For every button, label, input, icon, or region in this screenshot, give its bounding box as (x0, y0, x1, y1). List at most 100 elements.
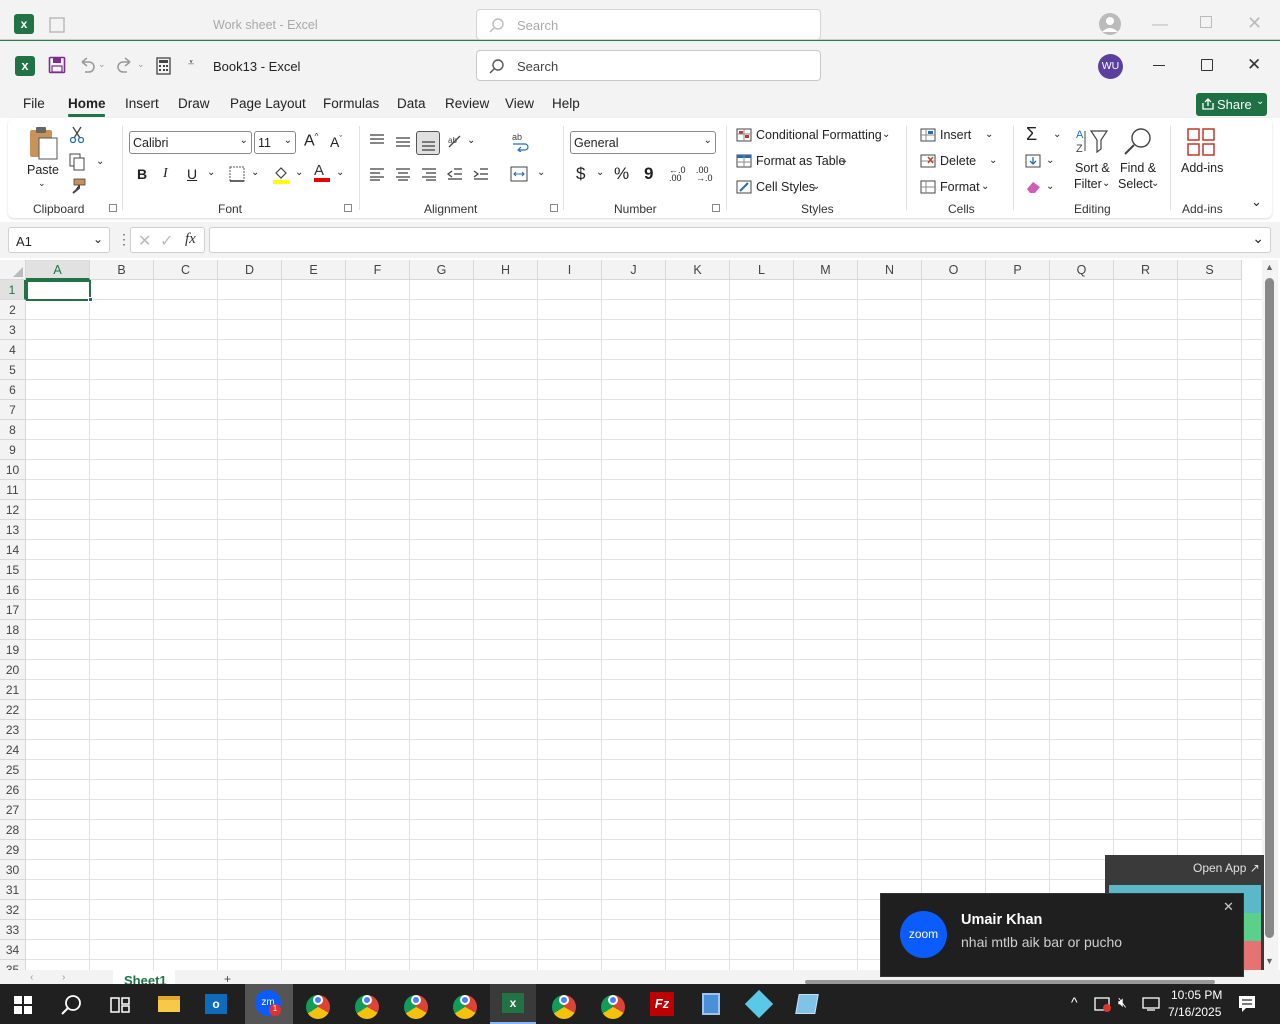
row-header[interactable]: 13 (0, 520, 26, 540)
column-header[interactable]: K (666, 260, 730, 280)
show-hidden-icons[interactable]: ^ (1071, 994, 1078, 1010)
cancel-icon[interactable]: ✕ (138, 231, 151, 251)
format-as-table-icon[interactable] (736, 154, 752, 168)
italic-button[interactable]: I (163, 166, 168, 182)
notification-center-icon[interactable] (1238, 995, 1256, 1013)
bg-close-button[interactable]: ✕ (1247, 13, 1262, 34)
row-header[interactable]: 34 (0, 940, 26, 960)
column-header[interactable]: C (154, 260, 218, 280)
chrome-profile-icon[interactable] (302, 988, 334, 1020)
notes-app-icon[interactable] (791, 988, 823, 1020)
align-middle-icon[interactable] (395, 135, 411, 149)
row-header[interactable]: 6 (0, 380, 26, 400)
vertical-scrollbar[interactable]: ▲ ▼ (1262, 260, 1278, 970)
app-icon[interactable] (743, 988, 775, 1020)
customize-toolbar-icon[interactable]: ⩡ (188, 57, 194, 70)
percent-button[interactable]: % (614, 164, 629, 184)
security-icon[interactable] (1094, 996, 1112, 1012)
copy-dropdown-icon[interactable]: ⌄ (96, 156, 104, 167)
search-box[interactable]: Search (476, 50, 821, 81)
tab-page-layout[interactable]: Page Layout (230, 96, 306, 111)
zoom-notification-toast[interactable]: zoom Umair Khan nhai mtlb aik bar or puc… (880, 893, 1244, 977)
filezilla-icon[interactable]: Fz (646, 988, 678, 1020)
chrome-profile-icon[interactable] (351, 988, 383, 1020)
row-header[interactable]: 32 (0, 900, 26, 920)
chrome-profile-icon[interactable] (548, 988, 580, 1020)
delete-cells-label[interactable]: Delete (940, 154, 976, 168)
align-bottom-button[interactable] (416, 131, 440, 155)
sort-filter-label-2[interactable]: Filter (1074, 177, 1102, 191)
find-select-label-2[interactable]: Select (1118, 177, 1153, 191)
excel-taskbar-button[interactable]: x (490, 984, 536, 1024)
next-sheet-icon[interactable]: › (62, 972, 65, 983)
account-icon[interactable] (1098, 12, 1122, 36)
add-ins-icon[interactable] (1186, 127, 1216, 157)
clock-date[interactable]: 7/16/2025 (1168, 1005, 1221, 1019)
row-header[interactable]: 8 (0, 420, 26, 440)
row-header[interactable]: 7 (0, 400, 26, 420)
clear-dropdown-icon[interactable]: ⌄ (1046, 181, 1054, 192)
fill-color-dropdown-icon[interactable]: ⌄ (295, 167, 303, 178)
cut-icon[interactable] (69, 126, 85, 144)
row-header[interactable]: 30 (0, 860, 26, 880)
row-header[interactable]: 3 (0, 320, 26, 340)
row-header[interactable]: 17 (0, 600, 26, 620)
row-header[interactable]: 10 (0, 460, 26, 480)
tab-file[interactable]: File (23, 96, 45, 111)
spreadsheet-grid[interactable]: ABCDEFGHIJKLMNOPQRS 1 2 3 4 5 6 7 8 9 10 11 12 13 14 1… (0, 260, 1264, 970)
fill-color-icon[interactable] (272, 164, 290, 184)
format-as-table-label[interactable]: Format as Table (756, 154, 845, 168)
column-header[interactable]: N (858, 260, 922, 280)
column-header[interactable]: J (602, 260, 666, 280)
autosum-icon[interactable]: Σ (1026, 124, 1037, 145)
row-header[interactable]: 4 (0, 340, 26, 360)
row-header[interactable]: 22 (0, 700, 26, 720)
conditional-formatting-icon[interactable] (736, 128, 752, 142)
increase-decimal-icon[interactable]: ←.0.00 (669, 166, 686, 183)
comma-style-button[interactable]: 9 (644, 164, 653, 184)
user-avatar[interactable]: WU (1098, 54, 1123, 79)
column-header[interactable]: G (410, 260, 474, 280)
paste-dropdown-icon[interactable]: ⌄ (38, 178, 46, 189)
row-header[interactable]: 27 (0, 800, 26, 820)
format-painter-icon[interactable] (69, 177, 87, 195)
row-header[interactable]: 15 (0, 560, 26, 580)
number-launcher-icon[interactable] (712, 204, 720, 212)
paste-icon[interactable] (27, 126, 59, 160)
font-color-dropdown-icon[interactable]: ⌄ (336, 167, 344, 178)
column-header[interactable]: L (730, 260, 794, 280)
insert-cells-label[interactable]: Insert (940, 128, 971, 142)
row-header[interactable]: 18 (0, 620, 26, 640)
close-button[interactable]: ✕ (1247, 55, 1261, 75)
share-button[interactable]: Share ⌄ (1196, 93, 1267, 116)
scroll-down-icon[interactable]: ▼ (1265, 956, 1274, 966)
undo-icon[interactable] (78, 56, 96, 74)
select-all-button[interactable] (0, 260, 26, 280)
column-header[interactable]: R (1114, 260, 1178, 280)
bold-button[interactable]: B (137, 166, 147, 182)
row-header[interactable]: 26 (0, 780, 26, 800)
row-header[interactable]: 14 (0, 540, 26, 560)
more-options-icon[interactable]: ⋮ (117, 231, 131, 248)
alignment-launcher-icon[interactable] (550, 204, 558, 212)
row-header[interactable]: 31 (0, 880, 26, 900)
clear-icon[interactable] (1025, 180, 1043, 194)
bg-maximize-button[interactable] (1200, 16, 1212, 28)
column-header[interactable]: I (538, 260, 602, 280)
sort-filter-dropdown-icon[interactable]: ⌄ (1102, 178, 1110, 189)
name-box[interactable]: A1 ⌄ (8, 227, 110, 253)
row-header[interactable]: 19 (0, 640, 26, 660)
currency-button[interactable]: $ (576, 164, 585, 184)
row-header[interactable]: 29 (0, 840, 26, 860)
cell-styles-dropdown-icon[interactable]: ⌄ (812, 181, 820, 192)
increase-indent-icon[interactable] (473, 167, 489, 181)
search-icon[interactable] (61, 994, 83, 1016)
conditional-formatting-label[interactable]: Conditional Formatting (756, 128, 882, 142)
format-cells-icon[interactable] (920, 180, 936, 194)
fill-dropdown-icon[interactable]: ⌄ (1046, 155, 1054, 166)
column-header[interactable]: F (346, 260, 410, 280)
font-family-select[interactable]: Calibri ⌄ (129, 131, 252, 154)
delete-cells-dropdown-icon[interactable]: ⌄ (989, 155, 997, 166)
font-launcher-icon[interactable] (344, 204, 352, 212)
align-center-icon[interactable] (395, 167, 411, 181)
